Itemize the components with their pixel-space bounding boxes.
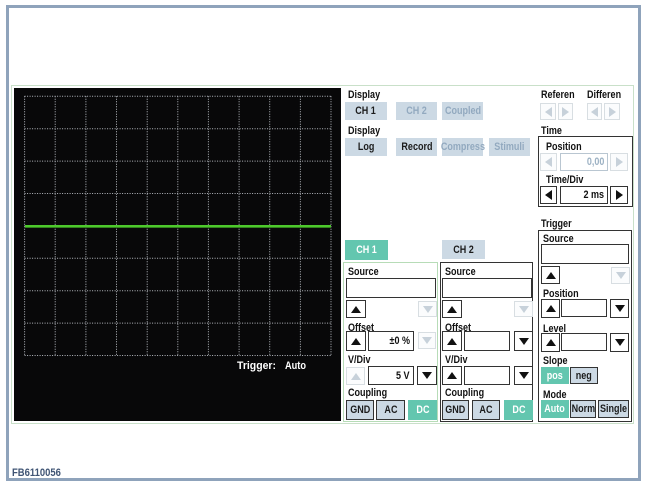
svg-text:Trigger:: Trigger: [237,360,276,372]
svg-text:Auto: Auto [285,360,306,372]
